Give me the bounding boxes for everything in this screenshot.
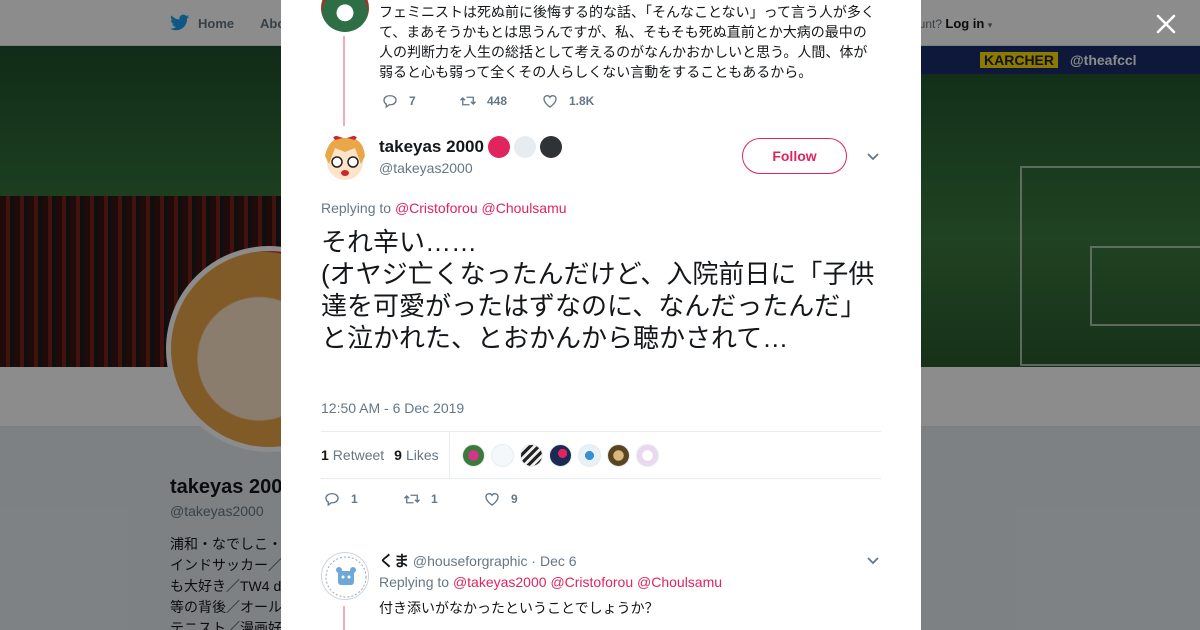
- retweet-stat-count: 1: [321, 447, 329, 463]
- name-dot-white: [513, 136, 536, 158]
- liker-avatar[interactable]: [490, 443, 514, 467]
- reply-handle[interactable]: @houseforgraphic: [413, 553, 528, 569]
- mention-link[interactable]: @takeyas2000: [453, 574, 547, 590]
- like-stat-label: Likes: [405, 447, 439, 463]
- reply-count: 7: [409, 94, 416, 108]
- close-icon: [1156, 14, 1176, 34]
- reply-icon: [325, 493, 339, 507]
- previous-tweet-actions: 7 448 1.8K: [381, 92, 621, 110]
- user-handle[interactable]: @takeyas2000: [379, 160, 473, 176]
- chevron-down-icon[interactable]: [865, 552, 881, 568]
- reply-count: 1: [351, 492, 358, 506]
- previous-tweet[interactable]: フェミニストは死ぬ前に後悔する的な話、「そんなことない」って言う人が多くて、まあ…: [281, 0, 921, 126]
- retweet-count: 448: [487, 94, 508, 108]
- user-display-name[interactable]: takeyas 2000: [379, 136, 562, 158]
- liker-avatar[interactable]: [635, 443, 659, 467]
- avatar-illustration: [325, 556, 367, 598]
- heart-icon: [485, 493, 499, 506]
- name-dot-black: [539, 136, 562, 158]
- previous-tweet-text: フェミニストは死ぬ前に後悔する的な話、「そんなことない」って言う人が多くて、まあ…: [379, 4, 875, 80]
- stat-divider: [448, 431, 450, 479]
- retweet-count: 1: [431, 492, 438, 506]
- thread-connector-line: [343, 36, 345, 126]
- retweet-icon: [460, 96, 476, 106]
- mention-link[interactable]: @Cristoforou: [550, 574, 633, 590]
- like-count: 9: [511, 492, 518, 506]
- like-stat[interactable]: 9 Likes: [394, 447, 438, 463]
- like-stat-count: 9: [394, 447, 402, 463]
- liker-avatar[interactable]: [461, 443, 485, 467]
- mention-link[interactable]: @Cristoforou: [395, 200, 478, 216]
- reply-icon: [383, 95, 397, 109]
- retweet-stat[interactable]: 1 Retweet: [321, 447, 384, 463]
- previous-tweet-avatar[interactable]: [321, 0, 369, 32]
- mention-link[interactable]: @Choulsamu: [482, 200, 567, 216]
- replying-to-prefix: Replying to: [379, 574, 450, 590]
- liker-avatar[interactable]: [606, 443, 630, 467]
- replying-to-prefix: Replying to: [321, 200, 392, 216]
- like-count: 1.8K: [569, 94, 595, 108]
- liker-avatars: [461, 443, 659, 467]
- tweet-timestamp[interactable]: 12:50 AM - 6 Dec 2019: [321, 400, 464, 416]
- like-action[interactable]: 1.8K: [541, 92, 621, 110]
- tweet-text: それ辛い…… (オヤジ亡くなったんだけど、入院前日に「子供達を可愛がったはずなの…: [321, 227, 875, 353]
- chevron-down-icon[interactable]: [865, 148, 881, 164]
- main-tweet-actions: 1 1 9: [323, 490, 563, 508]
- heart-icon: [543, 95, 557, 108]
- liker-avatar[interactable]: [577, 443, 601, 467]
- reply-avatar[interactable]: [321, 552, 369, 600]
- replying-to: Replying to @Cristoforou @Choulsamu: [321, 200, 567, 216]
- reply-header: くま @houseforgraphic · Dec 6: [379, 550, 577, 571]
- display-name-text: takeyas 2000: [379, 137, 484, 156]
- retweet-action[interactable]: 1: [403, 490, 483, 508]
- thread-connector-line: [343, 606, 345, 630]
- reply-replying-to: Replying to @takeyas2000 @Cristoforou @C…: [379, 574, 722, 590]
- follow-button[interactable]: Follow: [742, 138, 847, 174]
- reply-date[interactable]: Dec 6: [540, 553, 577, 569]
- name-dot-red: [487, 136, 510, 158]
- user-avatar[interactable]: [321, 134, 369, 182]
- liker-avatar[interactable]: [548, 443, 572, 467]
- liker-avatar[interactable]: [519, 443, 543, 467]
- avatar-illustration: [321, 134, 369, 182]
- mention-link[interactable]: @Choulsamu: [637, 574, 722, 590]
- reply-separator: ·: [531, 553, 537, 569]
- reply-display-name[interactable]: くま: [379, 553, 409, 570]
- like-action[interactable]: 9: [483, 490, 563, 508]
- reply-action[interactable]: 7: [381, 92, 459, 110]
- retweet-stat-label: Retweet: [332, 447, 385, 463]
- reply-action[interactable]: 1: [323, 490, 403, 508]
- retweet-action[interactable]: 448: [459, 92, 541, 110]
- retweet-icon: [404, 494, 420, 504]
- reply-text: 付き添いがなかったということでしょうか？: [379, 600, 659, 616]
- tweet-stats: 1 Retweet 9 Likes: [321, 431, 881, 479]
- tweet-permalink-modal: フェミニストは死ぬ前に後悔する的な話、「そんなことない」って言う人が多くて、まあ…: [281, 0, 921, 630]
- close-button[interactable]: [1152, 10, 1180, 38]
